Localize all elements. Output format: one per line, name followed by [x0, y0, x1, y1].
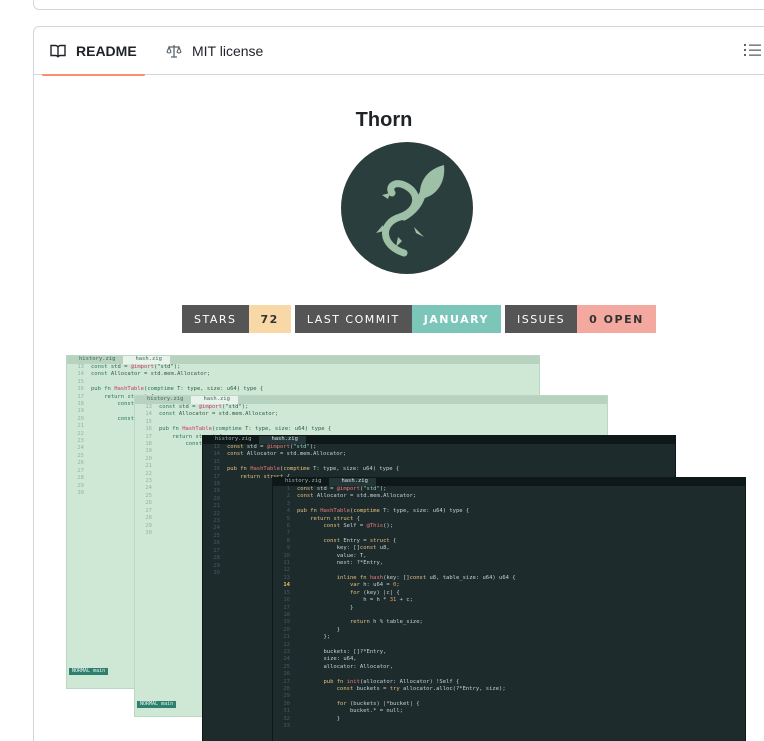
law-scale-icon: [166, 43, 184, 59]
book-icon: [50, 43, 68, 59]
stars-badge-value: 72: [248, 305, 291, 333]
last-commit-badge[interactable]: LAST COMMIT JANUARY: [294, 305, 501, 333]
previous-panel: [33, 0, 764, 10]
thorn-logo-icon: [340, 141, 474, 275]
tab-readme-label: README: [76, 43, 137, 59]
issues-badge[interactable]: ISSUES 0 OPEN: [504, 305, 656, 333]
tab-license[interactable]: MIT license: [158, 27, 271, 75]
editor-screenshot-dark-2: history.zig hash.zig 1 2 3 4 5 6 7 8 9 10 11 12 13 14…: [272, 477, 746, 741]
editor-mode-light: NORMAL: [72, 668, 91, 674]
readme-title: Thorn: [355, 109, 413, 131]
stars-badge[interactable]: STARS 72: [182, 305, 291, 333]
tab-license-label: MIT license: [192, 43, 264, 59]
badge-row: STARS 72 LAST COMMIT JANUARY ISSUES 0 OP…: [182, 305, 656, 333]
stars-badge-label: STARS: [182, 305, 249, 333]
editor-tab-history: history.zig: [79, 356, 116, 363]
editor-tab-hash: hash.zig: [123, 356, 170, 364]
readme-panel: README MIT license Thorn STARS 72 LAST C…: [33, 26, 764, 741]
issues-badge-label: ISSUES: [504, 305, 578, 333]
readme-tabs: README MIT license: [34, 27, 764, 76]
outline-list-icon[interactable]: [744, 42, 762, 58]
issues-badge-value: 0 OPEN: [577, 305, 656, 333]
last-commit-badge-label: LAST COMMIT: [294, 305, 412, 333]
tab-readme[interactable]: README: [42, 27, 145, 76]
last-commit-badge-value: JANUARY: [411, 305, 501, 333]
editor-screenshots: history.zig hash.zig 13 14 15 16 17 18 19 20 21 2…: [66, 355, 764, 741]
